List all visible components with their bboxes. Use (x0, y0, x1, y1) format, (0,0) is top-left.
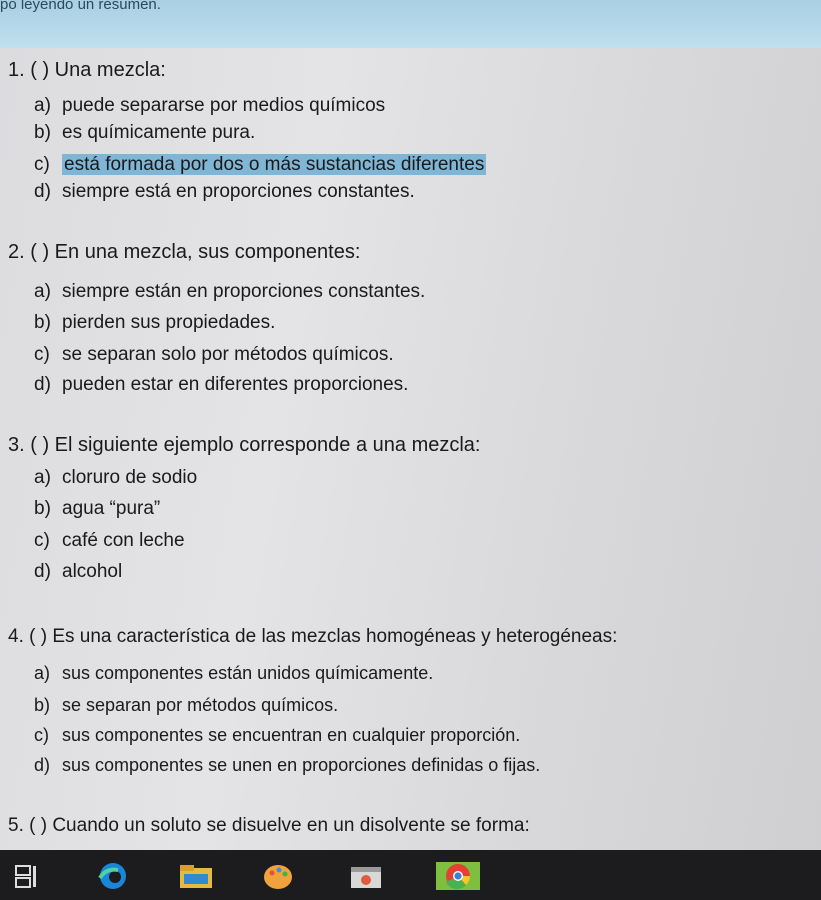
option-text: se separan solo por métodos químicos. (62, 344, 394, 365)
option-text: agua “pura” (62, 498, 161, 519)
option-letter: a) (34, 467, 51, 488)
question-2-option-d: d) pueden estar en diferentes proporcione… (34, 373, 408, 397)
option-letter: c) (34, 725, 49, 745)
question-5-stem: 5. ( ) Cuando un soluto se disuelve en u… (8, 815, 530, 836)
highlighted-answer: está formada por dos o más sustancias di… (62, 154, 487, 175)
option-letter: d) (34, 181, 51, 202)
option-letter: a) (34, 95, 51, 116)
option-text: café con leche (62, 530, 185, 551)
option-letter: b) (34, 498, 51, 519)
question-4-option-c: c) sus componentes se encuentran en cualq… (34, 723, 520, 747)
option-text: siempre está en proporciones constantes. (62, 181, 415, 202)
option-text: sus componentes se encuentran en cualqui… (62, 725, 521, 745)
question-4-option-a: a) sus componentes están unidos químicame… (34, 661, 433, 685)
header-hint: po leyendo un resumen. (0, 0, 161, 13)
option-letter: c) (34, 530, 50, 551)
question-1-option-c: c) está formada por dos o más sustancias … (34, 153, 487, 177)
option-text: cloruro de sodio (62, 467, 198, 488)
option-letter: a) (34, 281, 51, 302)
option-text: sus componentes se unen en proporciones … (62, 755, 541, 775)
question-3-option-c: c) café con leche (34, 529, 185, 553)
question-3-option-d: d) alcohol (34, 560, 122, 584)
paint-icon[interactable] (262, 862, 294, 890)
option-text: siempre están en proporciones constantes… (62, 281, 426, 302)
question-2-option-c: c) se separan solo por métodos químicos. (34, 343, 394, 367)
question-1-option-d: d) siempre está en proporciones constante… (34, 180, 415, 204)
option-letter: a) (34, 663, 51, 683)
option-letter: d) (34, 374, 51, 395)
question-4-option-d: d) sus componentes se unen en proporcione… (34, 753, 540, 777)
taskbar (0, 850, 821, 900)
top-strip: po leyendo un resumen. (0, 0, 821, 48)
option-letter: d) (34, 755, 51, 775)
option-letter: b) (34, 695, 51, 715)
question-3-option-a: a) cloruro de sodio (34, 466, 197, 490)
question-4-stem: 4. ( ) Es una característica de las mezc… (8, 626, 618, 647)
store-icon[interactable] (348, 862, 384, 890)
edge-icon[interactable] (96, 862, 130, 890)
question-2-option-b: b) pierden sus propiedades. (34, 311, 275, 335)
option-letter: b) (34, 312, 51, 333)
option-text: sus componentes están unidos químicament… (62, 663, 434, 683)
question-4-option-b: b) se separan por métodos químicos. (34, 693, 338, 717)
question-3-stem: 3. ( ) El siguiente ejemplo corresponde … (8, 434, 481, 456)
option-letter: c) (34, 344, 50, 365)
file-explorer-icon[interactable] (178, 862, 214, 890)
question-1-stem: 1. ( ) Una mezcla: (8, 59, 166, 81)
task-view-icon[interactable] (14, 862, 40, 890)
option-text: se separan por métodos químicos. (62, 695, 339, 715)
option-text: puede separarse por medios químicos (62, 95, 386, 116)
question-3-option-b: b) agua “pura” (34, 497, 160, 521)
option-letter: d) (34, 561, 51, 582)
option-letter: c) (34, 154, 50, 175)
question-1-option-a: a) puede separarse por medios químicos (34, 94, 385, 118)
option-text: pierden sus propiedades. (62, 312, 276, 333)
question-2-stem: 2. ( ) En una mezcla, sus componentes: (8, 241, 361, 263)
option-text: es químicamente pura. (62, 122, 256, 143)
option-text: alcohol (62, 561, 123, 582)
option-text: pueden estar en diferentes proporciones. (62, 374, 409, 395)
chrome-icon[interactable] (436, 862, 480, 890)
question-1-option-b: b) es químicamente pura. (34, 121, 255, 145)
option-letter: b) (34, 122, 51, 143)
question-2-option-a: a) siempre están en proporciones constant… (34, 280, 425, 304)
